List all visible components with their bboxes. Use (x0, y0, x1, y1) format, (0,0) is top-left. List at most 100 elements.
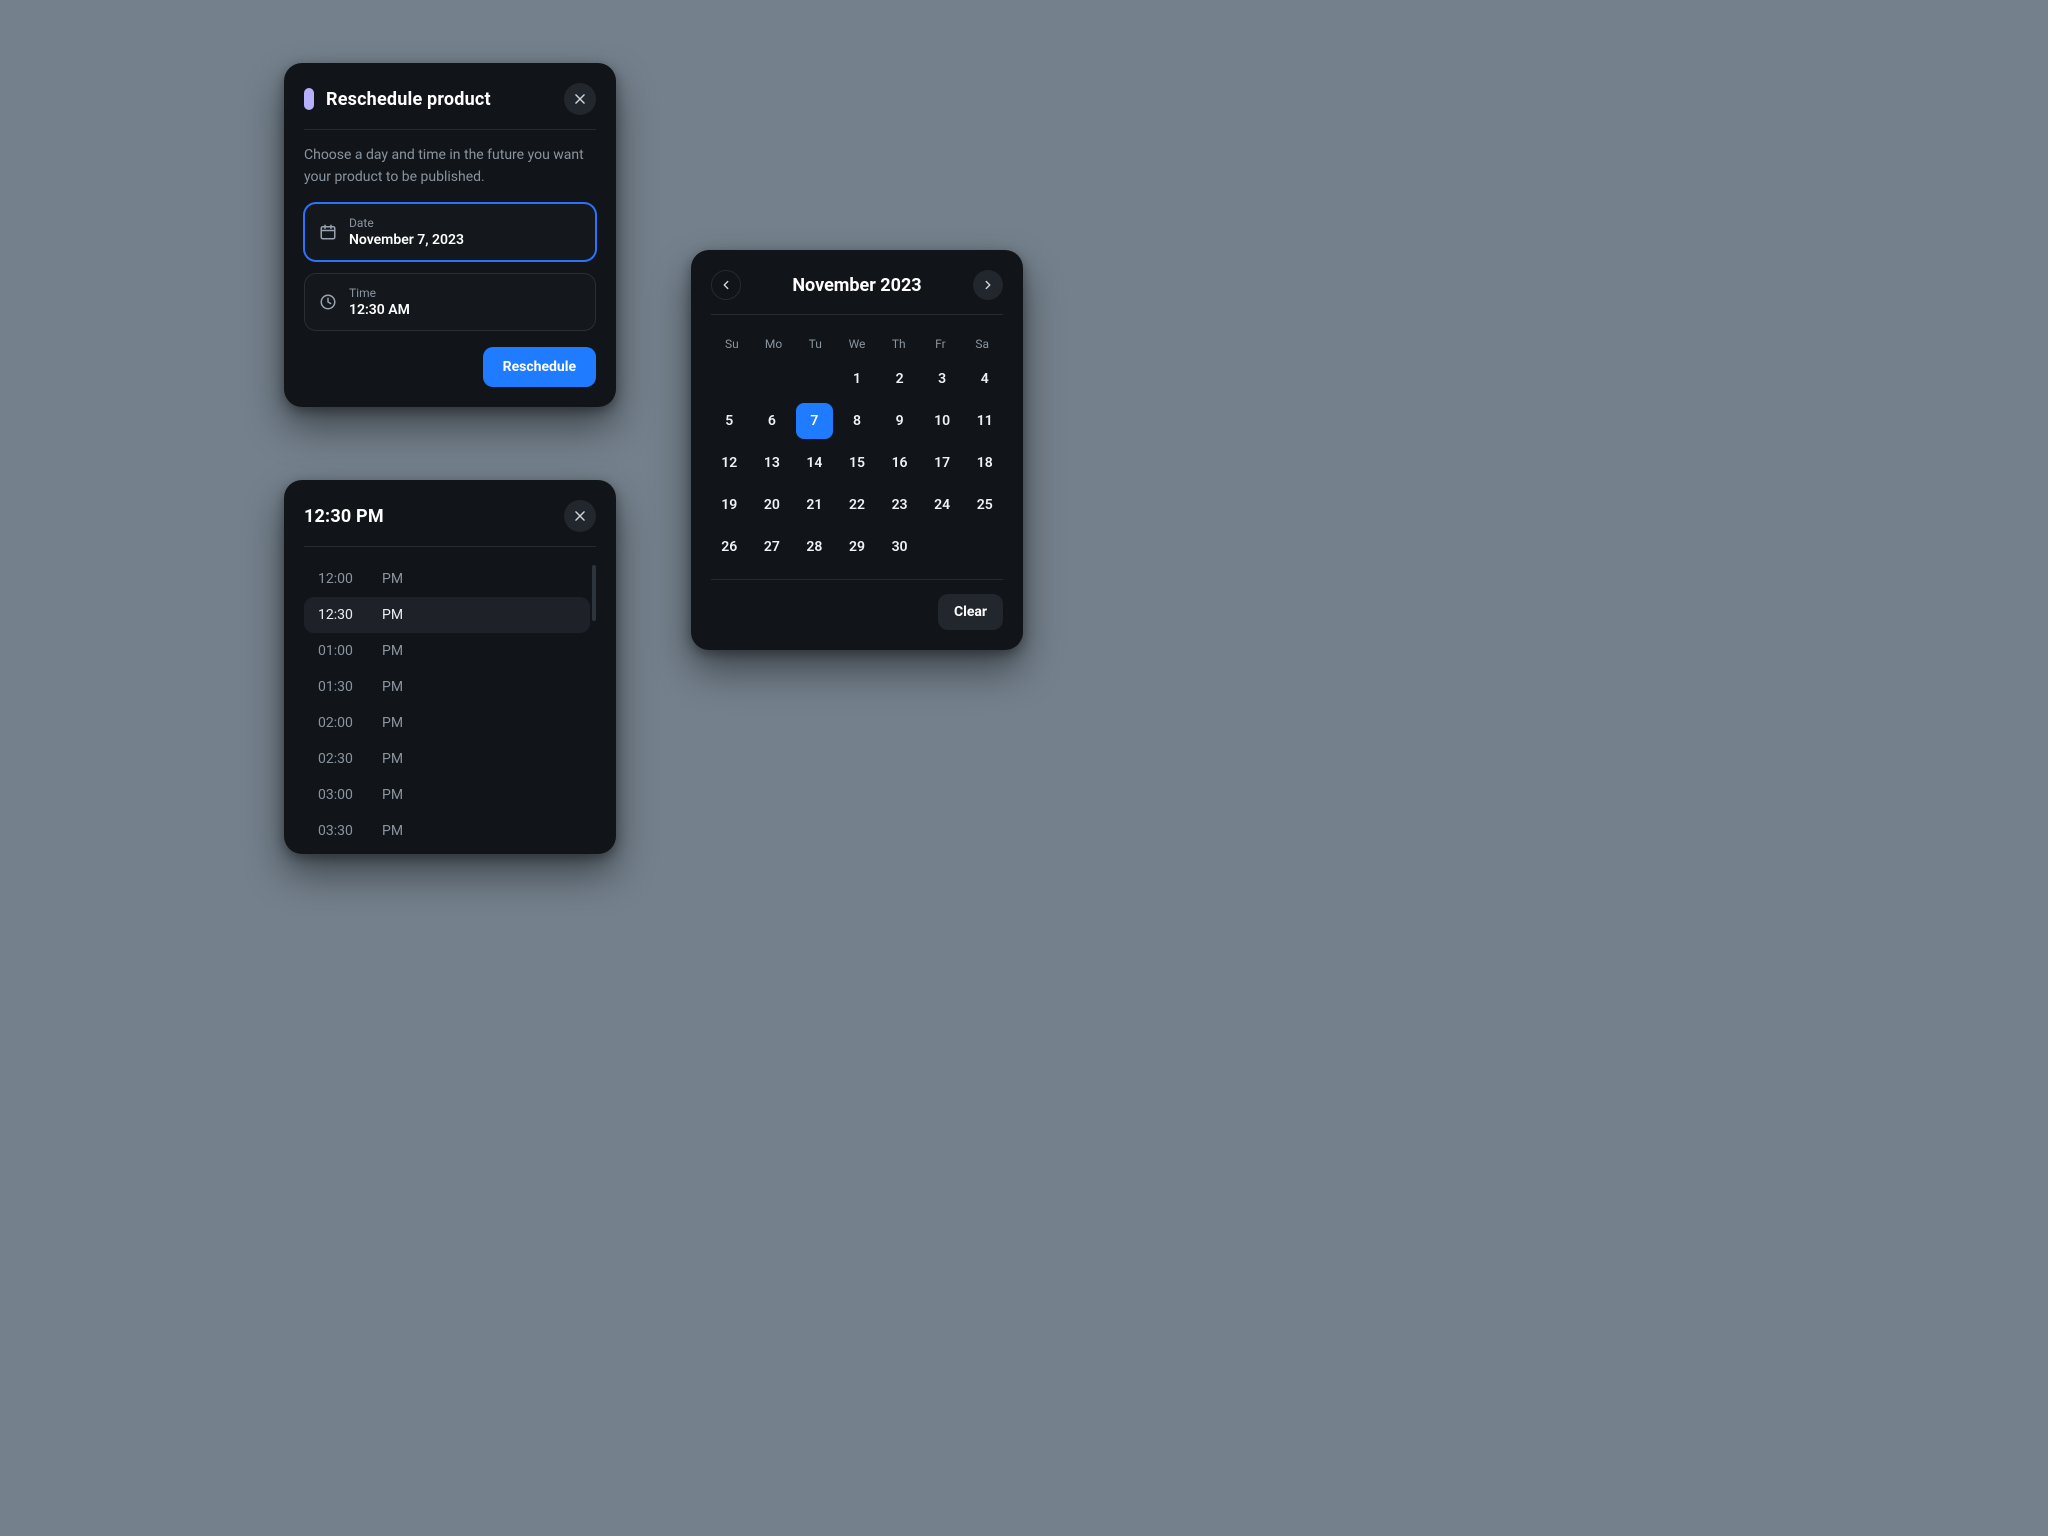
day-cell[interactable]: 28 (796, 529, 833, 565)
weekday-label: Th (878, 329, 920, 359)
time-scroll[interactable]: 12:00PM12:30PM01:00PM01:30PM02:00PM02:30… (304, 561, 596, 839)
day-cell[interactable]: 24 (924, 487, 961, 523)
day-cell[interactable]: 2 (881, 361, 918, 397)
prev-month-button[interactable] (711, 270, 741, 300)
time-option-ampm: PM (382, 715, 403, 731)
day-cell[interactable]: 5 (711, 403, 748, 439)
date-picker-panel: November 2023 SuMoTuWeThFrSa 12345678910… (691, 250, 1023, 650)
weekday-row: SuMoTuWeThFrSa (711, 329, 1003, 359)
day-cell[interactable]: 12 (711, 445, 748, 481)
day-cell[interactable]: 17 (924, 445, 961, 481)
time-option-hhmm: 02:30 (318, 751, 362, 767)
time-option[interactable]: 02:30 PM (304, 741, 590, 777)
day-cell[interactable]: 22 (839, 487, 876, 523)
time-picker-panel: 12:30 PM 12:00PM12:30PM01:00PM01:30PM02:… (284, 480, 616, 854)
time-option-ampm: PM (382, 607, 403, 623)
time-option-ampm: PM (382, 571, 403, 587)
time-option-hhmm: 12:30 (318, 607, 362, 623)
day-cell[interactable]: 20 (754, 487, 791, 523)
reschedule-panel: Reschedule product Choose a day and time… (284, 63, 616, 407)
weekday-label: Mo (753, 329, 795, 359)
day-cell[interactable]: 7 (796, 403, 833, 439)
time-option[interactable]: 03:00 PM (304, 777, 590, 813)
date-field[interactable]: Date November 7, 2023 (304, 203, 596, 261)
weekday-label: We (836, 329, 878, 359)
day-cell[interactable]: 27 (754, 529, 791, 565)
time-field[interactable]: Time 12:30 AM (304, 273, 596, 331)
day-cell[interactable]: 9 (881, 403, 918, 439)
day-cell[interactable]: 3 (924, 361, 961, 397)
reschedule-button[interactable]: Reschedule (483, 347, 596, 387)
close-button[interactable] (564, 83, 596, 115)
weekday-label: Su (711, 329, 753, 359)
day-cell[interactable]: 18 (966, 445, 1003, 481)
time-option[interactable]: 01:30 PM (304, 669, 590, 705)
panel-description: Choose a day and time in the future you … (304, 144, 596, 189)
close-icon (573, 92, 587, 106)
time-option-ampm: PM (382, 787, 403, 803)
divider (711, 579, 1003, 580)
panel-title-row: Reschedule product (304, 88, 491, 110)
chevron-right-icon (981, 278, 995, 292)
day-cell[interactable]: 15 (839, 445, 876, 481)
day-empty (796, 361, 833, 397)
time-option-hhmm: 03:30 (318, 823, 362, 839)
day-cell[interactable]: 25 (966, 487, 1003, 523)
accent-indicator (304, 88, 314, 110)
time-picker-title: 12:30 PM (304, 506, 384, 527)
weekday-label: Sa (961, 329, 1003, 359)
day-cell[interactable]: 6 (754, 403, 791, 439)
time-label: Time (349, 286, 410, 300)
day-cell[interactable]: 4 (966, 361, 1003, 397)
calendar-month-label: November 2023 (792, 275, 921, 296)
divider (304, 129, 596, 130)
day-cell[interactable]: 1 (839, 361, 876, 397)
divider (711, 314, 1003, 315)
date-label: Date (349, 216, 464, 230)
day-cell[interactable]: 14 (796, 445, 833, 481)
time-option-hhmm: 03:00 (318, 787, 362, 803)
clear-button[interactable]: Clear (938, 594, 1003, 630)
time-option-ampm: PM (382, 679, 403, 695)
day-cell[interactable]: 10 (924, 403, 961, 439)
time-option[interactable]: 01:00 PM (304, 633, 590, 669)
time-option-hhmm: 12:00 (318, 571, 362, 587)
divider (304, 546, 596, 547)
day-cell[interactable]: 26 (711, 529, 748, 565)
clock-icon (319, 293, 337, 311)
panel-title: Reschedule product (326, 89, 491, 110)
day-cell[interactable]: 23 (881, 487, 918, 523)
time-option-ampm: PM (382, 751, 403, 767)
time-option[interactable]: 12:00 PM (304, 561, 590, 597)
time-option-ampm: PM (382, 643, 403, 659)
day-cell[interactable]: 11 (966, 403, 1003, 439)
day-empty (754, 361, 791, 397)
day-cell[interactable]: 16 (881, 445, 918, 481)
time-list: 12:00PM12:30PM01:00PM01:30PM02:00PM02:30… (304, 561, 590, 839)
calendar-icon (319, 223, 337, 241)
day-cell[interactable]: 30 (881, 529, 918, 565)
next-month-button[interactable] (973, 270, 1003, 300)
time-option[interactable]: 12:30 PM (304, 597, 590, 633)
time-option-hhmm: 02:00 (318, 715, 362, 731)
close-button[interactable] (564, 500, 596, 532)
time-option-ampm: PM (382, 823, 403, 839)
day-cell[interactable]: 19 (711, 487, 748, 523)
weekday-label: Tu (794, 329, 836, 359)
scrollbar-thumb[interactable] (592, 565, 596, 621)
time-option[interactable]: 02:00 PM (304, 705, 590, 741)
time-option-hhmm: 01:30 (318, 679, 362, 695)
day-cell[interactable]: 13 (754, 445, 791, 481)
time-option[interactable]: 03:30 PM (304, 813, 590, 839)
day-cell[interactable]: 21 (796, 487, 833, 523)
time-value: 12:30 AM (349, 302, 410, 318)
day-cell[interactable]: 29 (839, 529, 876, 565)
time-option-hhmm: 01:00 (318, 643, 362, 659)
day-cell[interactable]: 8 (839, 403, 876, 439)
day-empty (711, 361, 748, 397)
days-grid: 1234567891011121314151617181920212223242… (711, 361, 1003, 565)
date-value: November 7, 2023 (349, 232, 464, 248)
close-icon (573, 509, 587, 523)
weekday-label: Fr (920, 329, 962, 359)
chevron-left-icon (719, 278, 733, 292)
